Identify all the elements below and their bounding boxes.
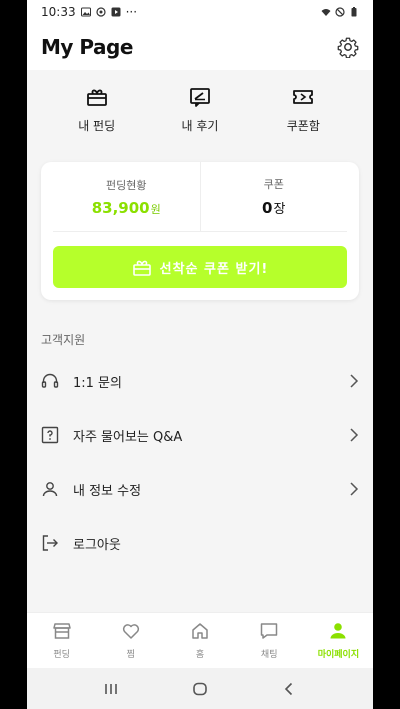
nav-item-home[interactable]: 홈 [165,613,234,668]
menu-item-label: 로그아웃 [73,537,121,553]
nav-item-funding[interactable]: 펀딩 [27,613,96,668]
coupon-count-stat[interactable]: 쿠폰 0장 [199,162,348,231]
more-notifications: ··· [125,5,138,19]
get-coupon-label: 선착순 쿠폰 받기! [159,261,269,277]
menu-item-label: 자주 물어보는 Q&A [73,429,183,445]
quick-item-coupon-box[interactable]: 쿠폰함 [263,85,343,134]
gift-box-icon [86,89,107,106]
menu-item-inquiry[interactable]: 1:1 문의 [27,354,373,408]
coupon-count-unit: 장 [273,202,286,217]
funding-amount-value: 83,900 [91,198,150,217]
wifi-icon [321,9,331,16]
support-menu: 1:1 문의 자주 물어보는 Q&A 내 정보 수정 로그아웃 [27,354,373,570]
status-bar: 10:33 ··· [27,0,373,24]
menu-item-faq[interactable]: 자주 물어보는 Q&A [27,408,373,462]
play-notification-icon [111,7,121,17]
back-icon[interactable] [281,681,297,697]
chevron-right-icon [350,482,359,496]
app-header: My Page [27,24,373,70]
dnd-icon [335,7,345,17]
logout-icon [42,535,58,551]
nav-item-label: 마이페이지 [317,650,360,660]
nav-item-label: 찜 [126,650,135,660]
funding-stats: 펀딩현황 83,900원 쿠폰 0장 [53,162,347,232]
support-section-title: 고객지원 [41,333,86,347]
nav-item-label: 펀딩 [53,650,70,660]
chat-icon [260,623,278,639]
nav-item-wishlist[interactable]: 찜 [96,613,165,668]
quick-item-my-funding[interactable]: 내 펀딩 [57,85,137,134]
coupon-count: 0장 [262,198,285,217]
get-coupon-button[interactable]: 선착순 쿠폰 받기! [53,246,347,288]
person-icon [42,482,58,497]
review-icon [190,87,210,107]
funding-amount-unit: 원 [150,202,161,216]
store-icon [52,623,71,639]
funding-status-card: 펀딩현황 83,900원 쿠폰 0장 선착순 쿠폰 받기! [41,162,359,300]
menu-item-label: 1:1 문의 [73,375,122,391]
quick-item-label: 쿠폰함 [286,118,320,133]
menu-item-logout[interactable]: 로그아웃 [27,516,373,570]
funding-amount: 83,900원 [92,199,161,217]
ticket-icon [293,89,314,104]
funding-amount-stat[interactable]: 펀딩현황 83,900원 [53,162,200,231]
coupon-label: 쿠폰 [263,178,284,191]
headset-icon [41,373,59,388]
gear-icon[interactable] [337,36,359,58]
chevron-right-icon [350,374,359,388]
phone-screen: 10:33 ··· My Page 내 펀딩 내 후기 쿠폰함 펀딩현황 83,… [27,0,373,709]
quick-item-label: 내 후기 [181,118,219,133]
status-time: 10:33 [41,5,76,19]
quick-menu: 내 펀딩 내 후기 쿠폰함 [27,70,373,148]
funding-status-label: 펀딩현황 [106,178,147,192]
person-icon [330,623,346,639]
nav-item-chat[interactable]: 채팅 [235,613,304,668]
coupon-count-value: 0 [262,199,273,217]
image-notification-icon [80,7,91,17]
home-button-icon[interactable] [192,681,208,697]
heart-icon [122,624,139,639]
gift-box-icon [132,260,151,276]
nav-item-label: 채팅 [260,650,278,660]
menu-item-label: 내 정보 수정 [73,483,142,499]
nav-item-mypage[interactable]: 마이페이지 [304,613,373,668]
recent-apps-icon[interactable] [103,681,119,697]
battery-icon [351,7,357,17]
menu-item-edit-profile[interactable]: 내 정보 수정 [27,462,373,516]
bottom-navigation: 펀딩 찜 홈 채팅 마이페이지 [27,612,373,668]
system-navigation-bar [27,668,373,709]
nav-item-label: 홈 [195,650,205,660]
quick-item-my-review[interactable]: 내 후기 [160,85,240,134]
at-notification-icon [95,7,106,17]
quick-item-label: 내 펀딩 [78,118,116,133]
home-icon [192,623,208,639]
faq-icon [41,426,59,444]
page-title: My Page [41,35,133,59]
chevron-right-icon [350,428,359,442]
